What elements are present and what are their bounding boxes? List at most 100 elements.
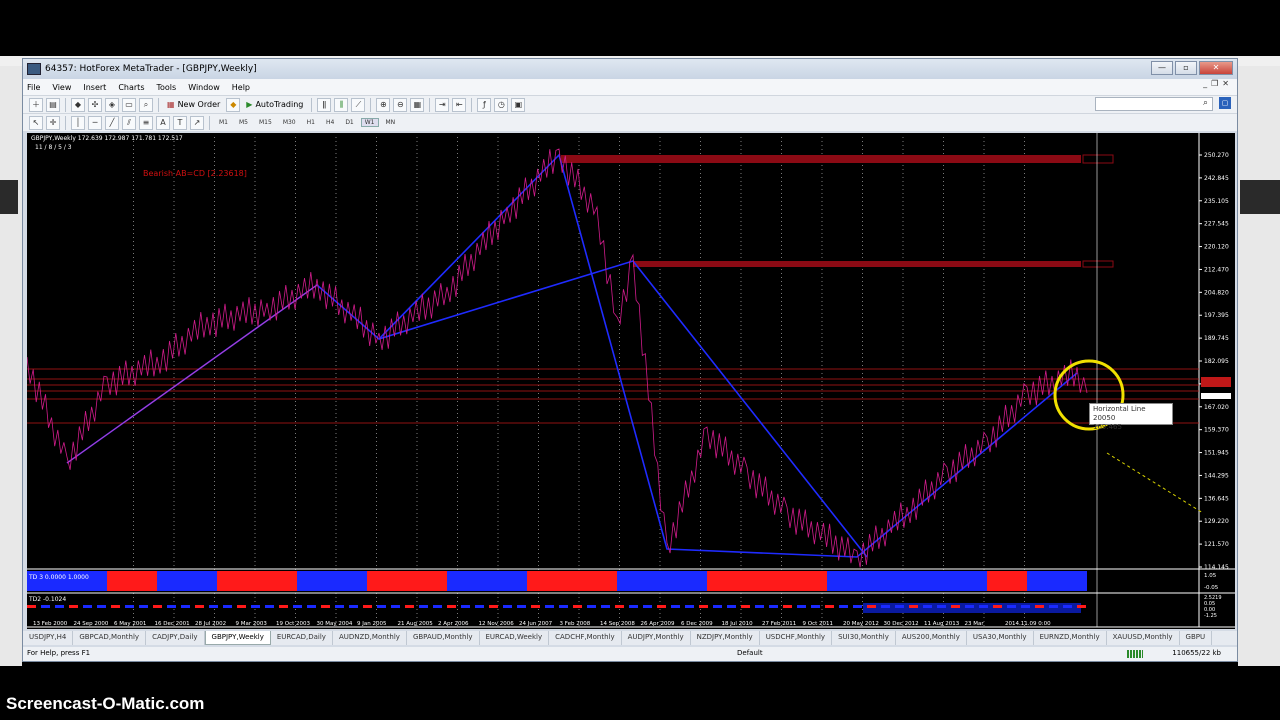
terminal-icon[interactable]: ▭	[122, 97, 136, 112]
menu-insert[interactable]: Insert	[83, 83, 106, 92]
period-mn[interactable]: MN	[382, 118, 400, 127]
text-label-icon[interactable]: T	[173, 115, 187, 130]
indicator-bar	[447, 571, 527, 591]
indicator2-bar	[27, 605, 36, 608]
price-chart[interactable]: 250.270 242.845 235.105 227.545 220.120 212.4…	[27, 133, 1235, 629]
chart-shift-icon[interactable]: ⇤	[452, 97, 467, 112]
indicator2-bar	[979, 605, 988, 608]
menu-view[interactable]: View	[52, 83, 71, 92]
price-tick-label: 212.470	[1204, 266, 1229, 273]
trendline-icon[interactable]: ╱	[105, 115, 119, 130]
menu-charts[interactable]: Charts	[118, 83, 144, 92]
cursor-icon[interactable]: ↖	[29, 115, 43, 130]
arrows-icon[interactable]: ↗	[190, 115, 204, 130]
auto-scroll-icon[interactable]: ⇥	[435, 97, 450, 112]
menu-file[interactable]: File	[27, 83, 40, 92]
toolbar-separator	[209, 115, 210, 130]
title-bar[interactable]: 64357: HotForex MetaTrader - [GBPJPY,Wee…	[23, 59, 1237, 79]
chart-tab[interactable]: USA30,Monthly	[967, 631, 1034, 645]
bar-chart-icon[interactable]: ǁ	[317, 97, 332, 112]
close-button[interactable]: ✕	[1199, 61, 1233, 75]
chart-tab[interactable]: GBPJPY,Weekly	[204, 631, 271, 645]
metaeditor-icon[interactable]: ◆	[226, 97, 241, 112]
new-order-button[interactable]: ▦ New Order	[164, 100, 223, 109]
chart-tab[interactable]: GBPAUD,Monthly	[407, 631, 480, 645]
channel-icon[interactable]: ⫽	[122, 115, 136, 130]
data-window-icon[interactable]: ✣	[88, 97, 102, 112]
indicator2-bar	[489, 605, 498, 608]
indicator2-bar	[503, 605, 512, 608]
search-close-icon[interactable]: ▢	[1219, 97, 1231, 109]
period-m30[interactable]: M30	[279, 118, 300, 127]
crosshair-icon[interactable]: ✛	[46, 115, 60, 130]
indicator-bar	[297, 571, 367, 591]
chart-tab[interactable]: EURCAD,Daily	[271, 631, 333, 645]
zoom-in-icon[interactable]: ⊕	[376, 97, 391, 112]
strategy-tester-icon[interactable]: ⌕	[139, 97, 153, 112]
date-tick-label: 2014.11.09 0:00	[1005, 621, 1051, 627]
chart-tab[interactable]: GBPU	[1180, 631, 1213, 645]
candlestick-icon[interactable]: ⫼	[334, 97, 349, 112]
tile-windows-icon[interactable]: ▦	[410, 97, 425, 112]
mdi-minimize-icon[interactable]: _	[1203, 79, 1207, 88]
maximize-button[interactable]: ▫	[1175, 61, 1197, 75]
market-watch-icon[interactable]: ◆	[71, 97, 85, 112]
chart-tab[interactable]: USDCHF,Monthly	[760, 631, 833, 645]
fibonacci-icon[interactable]: ≡	[139, 115, 153, 130]
period-h4[interactable]: H4	[322, 118, 338, 127]
period-w1[interactable]: W1	[360, 118, 379, 127]
indicator2-bar	[615, 605, 624, 608]
period-m1[interactable]: M1	[215, 118, 232, 127]
navigator-icon[interactable]: ◈	[105, 97, 119, 112]
chart-tab[interactable]: USDJPY,H4	[23, 631, 74, 645]
period-h1[interactable]: H1	[303, 118, 319, 127]
toolbar-separator	[429, 97, 431, 112]
chart-tab[interactable]: AUS200,Monthly	[896, 631, 967, 645]
vertical-line-icon[interactable]: │	[71, 115, 85, 130]
chart-tab[interactable]: CADJPY,Daily	[146, 631, 205, 645]
chart-tab[interactable]: SUI30,Monthly	[832, 631, 896, 645]
chart-tab[interactable]: CADCHF,Monthly	[549, 631, 622, 645]
mdi-restore-icon[interactable]: ❐	[1211, 79, 1218, 88]
indicator2-bar	[853, 605, 862, 608]
indicators-icon[interactable]: ƒ	[477, 97, 492, 112]
indicator-bar	[527, 571, 617, 591]
search-icon[interactable]: ⌕	[1203, 98, 1208, 108]
new-chart-icon[interactable]: ＋	[29, 97, 43, 112]
connection-bars-icon	[1127, 650, 1143, 658]
search-input[interactable]: ⌕	[1095, 97, 1213, 111]
chart-tab[interactable]: EURNZD,Monthly	[1034, 631, 1107, 645]
chart-tab[interactable]: AUDJPY,Monthly	[622, 631, 691, 645]
horizontal-line-icon[interactable]: ─	[88, 115, 102, 130]
chart-tab[interactable]: AUDNZD,Monthly	[333, 631, 407, 645]
line-chart-icon[interactable]: ⟋	[351, 97, 366, 112]
text-icon[interactable]: A	[156, 115, 170, 130]
indicator2-bar	[195, 605, 204, 608]
chart-tab[interactable]: EURCAD,Weekly	[480, 631, 550, 645]
chart-tab[interactable]: GBPCAD,Monthly	[73, 631, 147, 645]
date-tick-label: 19 Oct 2003	[276, 621, 311, 627]
chart-tab[interactable]: XAUUSD,Monthly	[1107, 631, 1180, 645]
menu-tools[interactable]: Tools	[156, 83, 176, 92]
period-m15[interactable]: M15	[255, 118, 276, 127]
app-icon	[27, 63, 41, 75]
indicator2-bar	[685, 605, 694, 608]
autotrading-button[interactable]: ▶ AutoTrading	[243, 100, 306, 109]
indicator2-bar	[377, 605, 386, 608]
period-d1[interactable]: D1	[341, 118, 357, 127]
chart-window[interactable]: 250.270 242.845 235.105 227.545 220.120 212.4…	[27, 133, 1235, 629]
menu-window[interactable]: Window	[188, 83, 220, 92]
zoom-out-icon[interactable]: ⊖	[393, 97, 408, 112]
periods-icon[interactable]: ◷	[494, 97, 509, 112]
indicator2-bar	[783, 605, 792, 608]
indicator2-bar	[769, 605, 778, 608]
menu-help[interactable]: Help	[232, 83, 250, 92]
mdi-close-icon[interactable]: ✕	[1222, 79, 1229, 88]
indicator-bar	[987, 571, 1027, 591]
price-level-marker	[1201, 377, 1231, 387]
period-m5[interactable]: M5	[235, 118, 252, 127]
profiles-icon[interactable]: ▤	[46, 97, 60, 112]
chart-tab[interactable]: NZDJPY,Monthly	[691, 631, 760, 645]
minimize-button[interactable]: —	[1151, 61, 1173, 75]
templates-icon[interactable]: ▣	[511, 97, 526, 112]
